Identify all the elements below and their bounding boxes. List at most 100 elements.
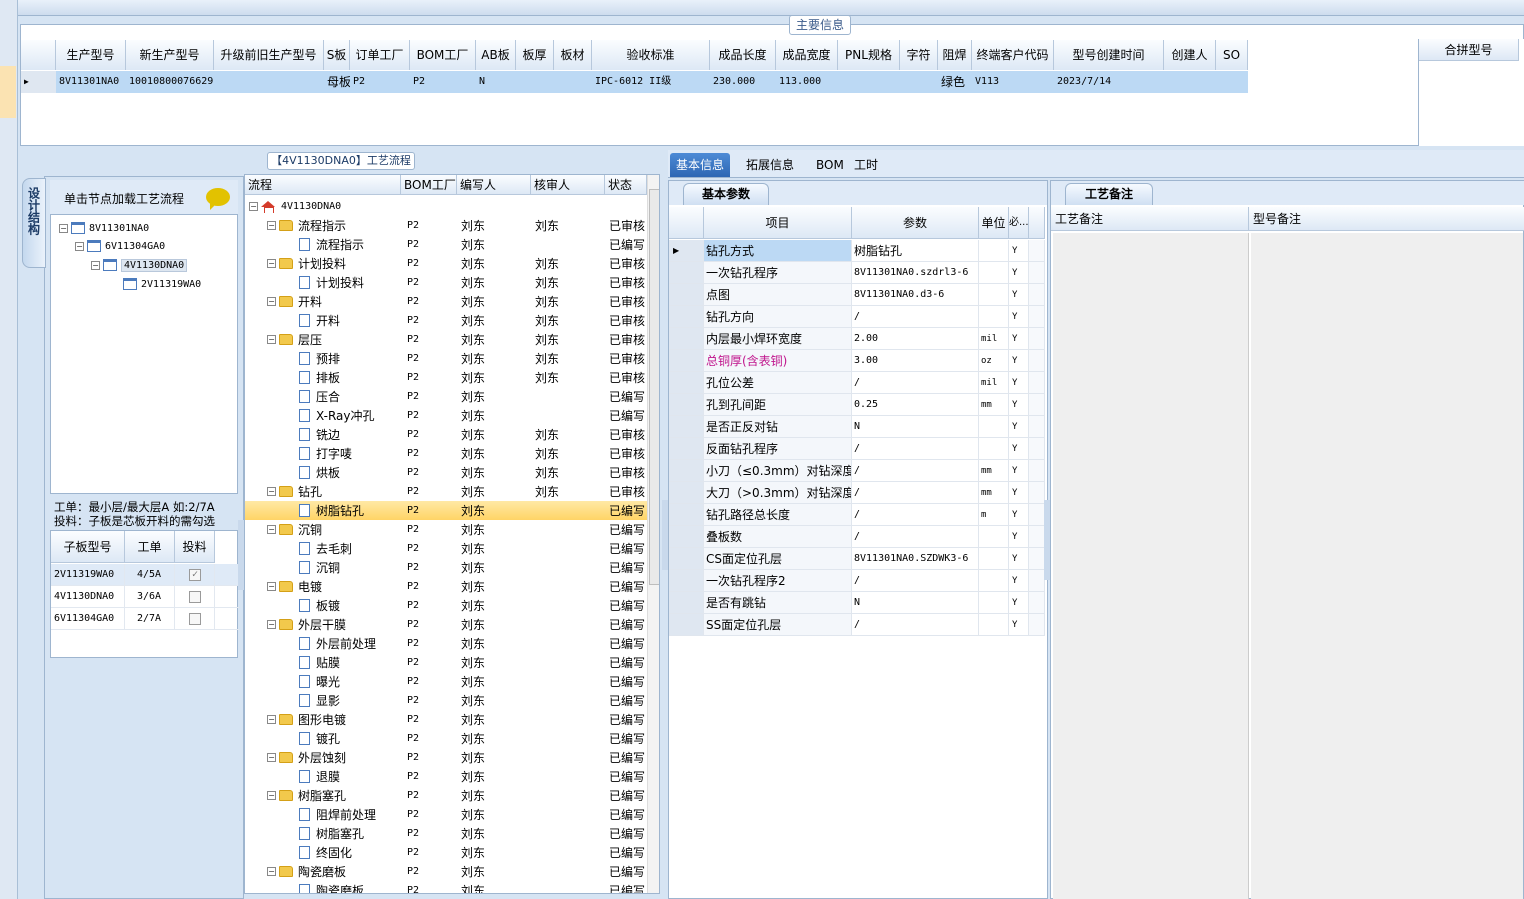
process-row[interactable]: − 钻孔 P2 刘东 刘东 已审核 [245,482,647,501]
collapse-icon[interactable]: − [75,241,84,251]
col-reviewer[interactable]: 核审人 [531,175,605,195]
main-col-header[interactable]: 生产型号 [56,40,126,70]
collapse-icon[interactable]: − [267,525,276,534]
process-row[interactable]: − 层压 P2 刘东 刘东 已审核 [245,330,647,349]
process-row[interactable]: 树脂塞孔 P2 刘东 已编写 [245,824,647,843]
main-col-header[interactable]: 创建人 [1164,40,1216,70]
row-selector[interactable] [669,438,704,460]
param-row[interactable]: 内层最小焊环宽度 2.00 mil Y [669,328,1045,350]
main-col-header[interactable]: S板 [324,40,350,70]
main-col-header[interactable]: 成品宽度 [776,40,838,70]
col-sub-feed[interactable]: 投料 [175,531,215,563]
tree-node[interactable]: 2V11319WA0 [123,275,201,293]
collapse-icon[interactable]: − [267,715,276,724]
process-row[interactable]: 显影 P2 刘东 已编写 [245,691,647,710]
process-row[interactable]: 板镀 P2 刘东 已编写 [245,596,647,615]
main-col-header[interactable]: 板厚 [516,40,554,70]
main-cell-pnl-spec[interactable] [838,71,900,93]
flow-scrollbar[interactable] [647,175,659,893]
main-col-header[interactable]: BOM工厂 [410,40,476,70]
design-structure-tab[interactable]: 设计结构 [22,178,46,268]
tab-basic-params[interactable]: 基本参数 [683,183,769,205]
sub-board-row[interactable]: 4V1130DNA0 3/6A [51,586,239,608]
main-cell-old-production-model[interactable] [214,71,324,93]
main-col-header[interactable]: 阻焊 [938,40,972,70]
param-value-cell[interactable]: 0.25 [852,394,979,416]
main-col-header[interactable]: 终端客户代码 [972,40,1054,70]
process-row[interactable]: 退膜 P2 刘东 已编写 [245,767,647,786]
tree-node-selected[interactable]: − 4V1130DNA0 [91,256,188,274]
process-row-selected[interactable]: 树脂钻孔 P2 刘东 已编写 [245,501,647,520]
param-row[interactable]: 叠板数 / Y [669,526,1045,548]
process-row[interactable]: − 树脂塞孔 P2 刘东 已编写 [245,786,647,805]
param-row[interactable]: 钻孔路径总长度 / m Y [669,504,1045,526]
main-cell-created-time[interactable]: 2023/7/14 [1054,71,1164,93]
process-row[interactable]: 排板 P2 刘东 刘东 已审核 [245,368,647,387]
collapse-icon[interactable]: − [59,223,68,233]
col-status[interactable]: 状态 [605,175,647,195]
param-value-cell[interactable]: / [852,460,979,482]
main-cell-ab-board[interactable]: N [476,71,516,93]
param-value-cell[interactable]: / [852,504,979,526]
param-row[interactable]: CS面定位孔层 8V11301NA0.SZDWK3-6 Y [669,548,1045,570]
main-cell-new-production-model[interactable]: 10010800076629 [126,71,214,93]
process-row[interactable]: 去毛刺 P2 刘东 已编写 [245,539,647,558]
row-selector[interactable] [669,394,704,416]
flow-scroll-thumb[interactable] [649,189,659,585]
process-row[interactable]: 终固化 P2 刘东 已编写 [245,843,647,862]
param-value-cell[interactable]: / [852,570,979,592]
row-indicator-icon[interactable]: ▶ [669,240,704,262]
row-selector[interactable] [669,592,704,614]
row-selector[interactable] [669,548,704,570]
main-cell-width[interactable]: 113.000 [776,71,838,93]
collapse-icon[interactable]: − [267,582,276,591]
collapse-icon[interactable]: − [267,335,276,344]
param-value-cell[interactable]: N [852,592,979,614]
main-cell-solder-mask[interactable]: 绿色 [938,71,972,93]
param-row[interactable]: 孔到孔间距 0.25 mm Y [669,394,1045,416]
collapse-icon[interactable]: − [267,753,276,762]
process-row[interactable]: − 流程指示 P2 刘东 刘东 已审核 [245,216,647,235]
process-row[interactable]: − 开料 P2 刘东 刘东 已审核 [245,292,647,311]
collapse-icon[interactable]: − [267,487,276,496]
main-cell-length[interactable]: 230.000 [710,71,776,93]
process-row[interactable]: 打字唛 P2 刘东 刘东 已审核 [245,444,647,463]
param-row[interactable]: 小刀（≤0.3mm）对钻深度 / mm Y [669,460,1045,482]
main-cell-s-board[interactable]: 母板 [324,71,350,93]
param-row[interactable]: 钻孔方向 / Y [669,306,1045,328]
process-row[interactable]: 计划投料 P2 刘东 刘东 已审核 [245,273,647,292]
param-row[interactable]: SS面定位孔层 / Y [669,614,1045,636]
row-selector[interactable] [669,372,704,394]
process-row[interactable]: − 电镀 P2 刘东 已编写 [245,577,647,596]
collapse-icon[interactable]: − [267,259,276,268]
process-row[interactable]: − 计划投料 P2 刘东 刘东 已审核 [245,254,647,273]
main-cell-thickness[interactable] [516,71,554,93]
process-row[interactable]: 贴膜 P2 刘东 已编写 [245,653,647,672]
main-col-header[interactable]: 字符 [900,40,938,70]
feed-checkbox[interactable]: ✓ [189,569,201,581]
param-row[interactable]: 是否正反对钻 N Y [669,416,1045,438]
process-row[interactable]: − 外层干膜 P2 刘东 已编写 [245,615,647,634]
tab-work-hours[interactable]: 工时 [848,153,884,177]
row-selector[interactable] [669,416,704,438]
feed-checkbox[interactable] [189,613,201,625]
main-cell-customer-code[interactable]: V113 [972,71,1054,93]
collapse-icon[interactable]: − [249,202,258,211]
collapse-icon[interactable]: − [267,867,276,876]
process-row[interactable]: 曝光 P2 刘东 已编写 [245,672,647,691]
row-indicator-icon[interactable]: ▶ [21,71,56,93]
main-cell-creator[interactable] [1164,71,1216,93]
process-row[interactable]: 压合 P2 刘东 已编写 [245,387,647,406]
param-value-cell[interactable]: / [852,526,979,548]
process-row[interactable]: − 外层蚀刻 P2 刘东 已编写 [245,748,647,767]
process-row[interactable]: 外层前处理 P2 刘东 已编写 [245,634,647,653]
main-cell-production-model[interactable]: 8V11301NA0 [56,71,126,93]
tree-node[interactable]: − 6V11304GA0 [75,237,165,255]
tree-node[interactable]: − 8V11301NA0 [59,219,149,237]
process-row[interactable]: 开料 P2 刘东 刘东 已审核 [245,311,647,330]
row-selector[interactable] [669,284,704,306]
process-row[interactable]: − 陶瓷磨板 P2 刘东 已编写 [245,862,647,881]
process-row[interactable]: 陶瓷磨板 P2 刘东 已编写 [245,881,647,893]
collapse-icon[interactable]: − [267,620,276,629]
param-value-cell[interactable]: 树脂钻孔 [852,240,979,262]
